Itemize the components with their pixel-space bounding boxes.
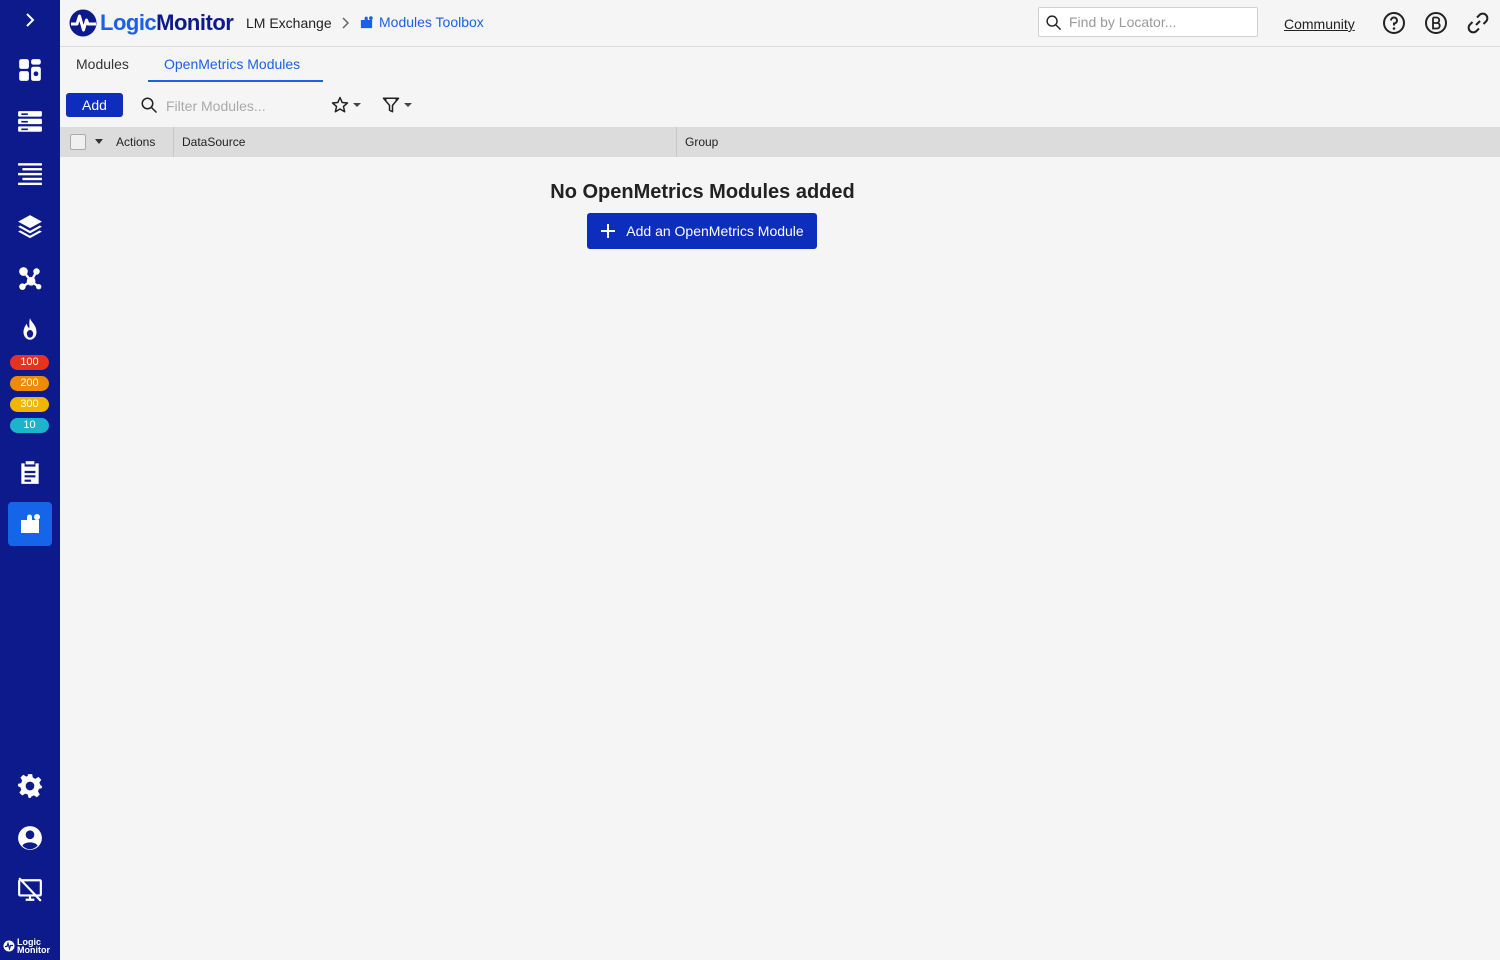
- logicmonitor-mark-icon: [3, 940, 15, 952]
- sidebar-item-alerts[interactable]: [0, 310, 60, 350]
- layers-icon: [18, 215, 42, 239]
- top-bar: LogicMonitor LM Exchange Modules Toolbox…: [60, 0, 1500, 47]
- sidebar-item-reports[interactable]: [0, 452, 60, 492]
- column-header-group[interactable]: Group: [685, 135, 718, 149]
- column-divider[interactable]: [676, 127, 677, 157]
- search-icon: [141, 97, 158, 114]
- footer-logo-text: Logic Monitor: [17, 938, 50, 955]
- funnel-icon: [382, 97, 400, 113]
- sidebar-item-exchange[interactable]: [8, 502, 52, 546]
- community-link[interactable]: Community: [1284, 16, 1355, 32]
- brand-name-part2: Monitor: [156, 10, 234, 35]
- other-alert-count-badge[interactable]: 10: [10, 418, 49, 433]
- plus-icon: [601, 224, 616, 238]
- sidebar-item-dashboards[interactable]: [0, 50, 60, 90]
- empty-state-title: No OpenMetrics Modules added: [550, 181, 855, 203]
- sidebar-item-account[interactable]: [0, 818, 60, 858]
- filter-dropdown-button[interactable]: [382, 95, 412, 115]
- help-button[interactable]: [1382, 11, 1406, 35]
- critical-alert-count-badge[interactable]: 100: [10, 355, 49, 370]
- column-divider[interactable]: [173, 127, 174, 157]
- error-alert-count-badge[interactable]: 200: [10, 376, 49, 391]
- breadcrumb-modules-toolbox[interactable]: Modules Toolbox: [359, 14, 484, 30]
- chevron-right-icon: [342, 17, 350, 29]
- locator-search: [1038, 7, 1258, 37]
- brand-name: LogicMonitor: [100, 10, 234, 36]
- monitor-off-icon: [18, 877, 42, 902]
- sidebar-item-display[interactable]: [0, 870, 60, 910]
- copy-link-button[interactable]: [1466, 11, 1490, 35]
- select-all-checkbox[interactable]: [70, 134, 86, 150]
- tab-modules[interactable]: Modules: [76, 56, 129, 72]
- sidebar-item-modules[interactable]: [0, 206, 60, 246]
- filter-modules-input[interactable]: [166, 96, 326, 116]
- sidebar-item-settings[interactable]: [0, 766, 60, 806]
- caret-down-icon: [353, 103, 361, 107]
- beta-icon: [1425, 12, 1447, 34]
- flame-icon: [23, 318, 37, 340]
- user-avatar-icon: [18, 826, 42, 850]
- footer-logo-text-line2: Monitor: [17, 945, 50, 955]
- caret-down-icon: [404, 103, 412, 107]
- footer-logo: Logic Monitor: [3, 938, 50, 955]
- star-icon: [331, 96, 349, 113]
- add-openmetrics-module-button[interactable]: Add an OpenMetrics Module: [587, 213, 817, 249]
- logicmonitor-logo-icon: [69, 9, 97, 37]
- column-header-datasource[interactable]: DataSource: [182, 135, 245, 149]
- sidebar: 100 200 300 10 Logic Monitor: [0, 0, 60, 960]
- breadcrumb-separator: [340, 16, 350, 30]
- sidebar-item-logs[interactable]: [0, 154, 60, 194]
- active-tab-indicator: [148, 80, 323, 82]
- filter-search-icon-wrap: [140, 96, 158, 114]
- add-button[interactable]: Add: [66, 93, 123, 117]
- clipboard-icon: [21, 461, 39, 484]
- server-icon: [18, 111, 42, 132]
- add-openmetrics-module-label: Add an OpenMetrics Module: [626, 223, 804, 239]
- favorites-dropdown-button[interactable]: [331, 95, 361, 115]
- locator-search-input[interactable]: [1069, 12, 1249, 32]
- beta-button[interactable]: [1424, 11, 1448, 35]
- logs-icon: [18, 163, 42, 186]
- breadcrumb-lm-exchange[interactable]: LM Exchange: [246, 15, 332, 31]
- puzzle-icon: [21, 514, 40, 533]
- link-icon: [1467, 12, 1489, 34]
- gear-icon: [18, 774, 42, 798]
- column-header-actions[interactable]: Actions: [116, 135, 155, 149]
- dashboard-icon: [19, 59, 41, 81]
- brand-name-part1: Logic: [100, 10, 157, 35]
- topology-icon: [19, 267, 42, 290]
- puzzle-icon: [360, 15, 373, 28]
- table-header: Actions DataSource Group: [60, 127, 1500, 157]
- warning-alert-count-badge[interactable]: 300: [10, 397, 49, 412]
- search-icon: [1046, 15, 1062, 31]
- breadcrumb-current-label: Modules Toolbox: [379, 14, 484, 30]
- chevron-right-icon: [26, 13, 35, 27]
- expand-sidebar-button[interactable]: [0, 0, 60, 40]
- module-tabs: Modules OpenMetrics Modules: [60, 47, 1500, 83]
- caret-down-icon[interactable]: [95, 139, 103, 145]
- help-icon: [1383, 12, 1405, 34]
- tab-openmetrics-modules[interactable]: OpenMetrics Modules: [164, 56, 300, 72]
- sidebar-item-topology[interactable]: [0, 258, 60, 298]
- brand-logo[interactable]: LogicMonitor: [69, 9, 234, 37]
- sidebar-item-resources[interactable]: [0, 102, 60, 142]
